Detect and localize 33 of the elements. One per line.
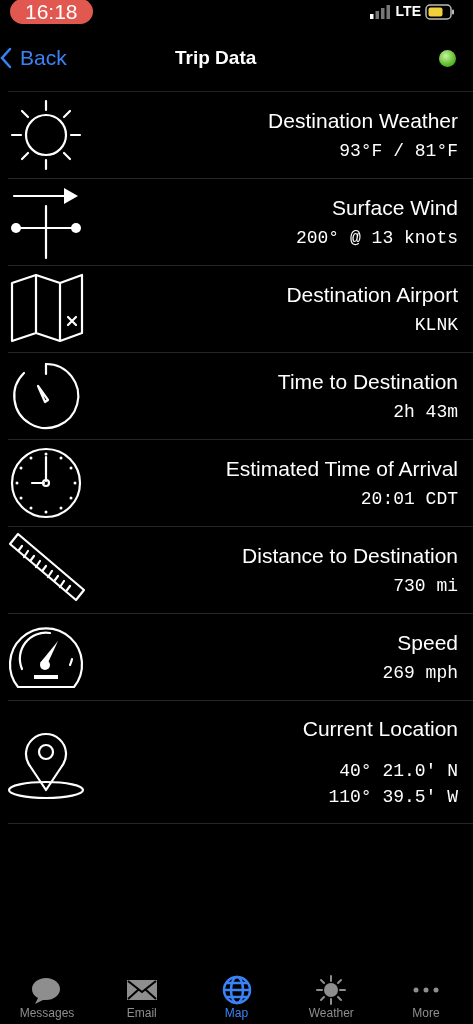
row-label: Estimated Time of Arrival	[225, 456, 458, 482]
screen-title: Trip Data	[175, 46, 257, 70]
tab-button[interactable]: Map	[189, 968, 284, 1020]
clock-icon	[8, 445, 84, 521]
network-label: LTE	[395, 2, 421, 21]
tab-button[interactable]: More	[379, 968, 473, 1020]
sun-icon	[314, 974, 349, 1006]
row-label: Current Location	[302, 716, 458, 742]
row-label: Time to Destination	[277, 369, 458, 395]
row-label: Distance to Destination	[242, 543, 458, 569]
row-label: Destination Airport	[286, 282, 458, 308]
sun-icon	[8, 97, 84, 173]
tab-button[interactable]: Messages	[0, 968, 94, 1020]
back-button[interactable]: Back	[0, 41, 67, 74]
row-label: Destination Weather	[268, 108, 458, 134]
row-value: 110° 39.5' W	[328, 786, 458, 808]
row-label: Surface Wind	[331, 195, 458, 221]
row-value: 2h 43m	[393, 401, 458, 423]
clock-time: 16:18	[10, 0, 93, 24]
tab-button[interactable]: Email	[94, 968, 189, 1020]
signal-icon	[369, 4, 392, 19]
battery-icon	[425, 3, 455, 20]
tab-button[interactable]: Weather	[284, 968, 379, 1020]
row-value: 93°F / 81°F	[339, 140, 458, 162]
more-icon	[413, 987, 439, 993]
row-value: KLNK	[414, 314, 458, 336]
row-value: 730 mi	[393, 575, 458, 597]
row-label: Speed	[397, 630, 458, 656]
row-value: 20:01 CDT	[360, 488, 458, 510]
row-value: 200° @ 13 knots	[295, 227, 458, 249]
chevron-left-icon	[0, 46, 12, 69]
row-value: 269 mph	[382, 662, 458, 684]
row-value: 40° 21.0' N	[339, 760, 458, 782]
